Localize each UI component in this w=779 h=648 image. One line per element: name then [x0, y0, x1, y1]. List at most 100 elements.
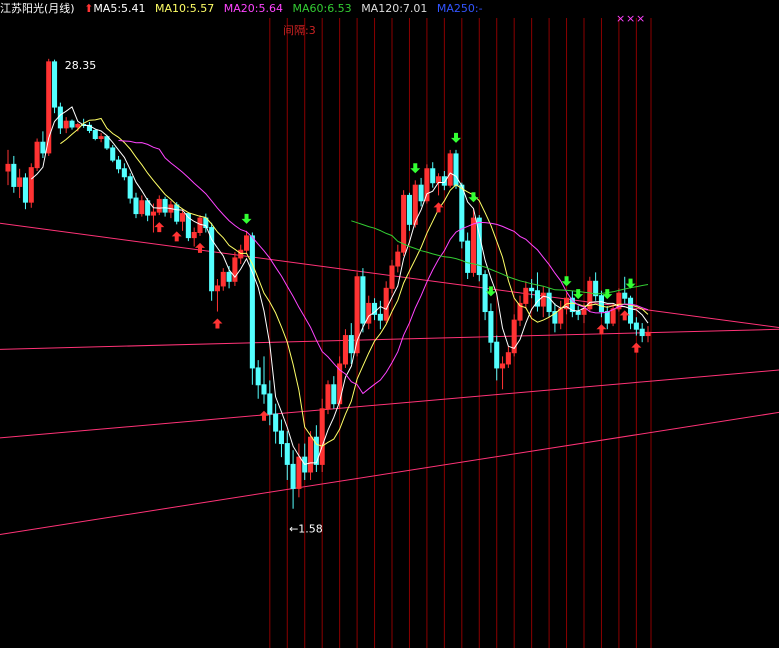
marker-icon: ×	[636, 12, 645, 25]
candle-body	[214, 285, 220, 292]
candle-body	[430, 168, 436, 184]
high-price-label: 28.35	[65, 59, 97, 72]
candle-body	[406, 194, 412, 225]
value-labels: 28.35 ←1.58	[65, 59, 323, 536]
candle-body	[377, 313, 383, 321]
candle-body	[639, 328, 645, 337]
marker-icon: ×	[616, 12, 625, 25]
candle-body	[69, 120, 75, 128]
candle-body	[633, 322, 639, 330]
candle-body	[116, 159, 122, 170]
candle-body	[110, 147, 116, 161]
candle-body	[28, 167, 34, 203]
candle-body	[529, 287, 535, 292]
candles	[5, 58, 651, 509]
candle-body	[226, 271, 232, 282]
buy-arrow-icon	[596, 324, 607, 335]
candlestick-chart[interactable]: 28.35 ←1.58 间隔:3 × × ×	[0, 0, 779, 648]
channel-line	[0, 328, 779, 350]
candle-body	[40, 141, 46, 154]
candle-body	[598, 295, 604, 313]
candle-body	[150, 211, 156, 216]
candle-body	[604, 311, 610, 324]
candle-body	[249, 235, 255, 369]
candle-body	[296, 456, 302, 489]
candle-body	[418, 184, 424, 202]
candle-body	[348, 335, 354, 354]
candle-body	[488, 311, 494, 343]
candle-body	[174, 204, 180, 222]
candle-body	[238, 249, 244, 259]
candle-body	[610, 308, 616, 324]
candle-body	[575, 311, 581, 315]
candle-body	[162, 198, 168, 213]
candle-body	[75, 123, 81, 128]
candle-body	[133, 197, 139, 215]
candle-body	[622, 292, 628, 299]
candle-body	[57, 106, 63, 129]
candle-body	[267, 393, 273, 415]
candle-body	[104, 136, 110, 149]
candle-body	[145, 200, 151, 216]
candle-body	[121, 168, 127, 178]
candle-body	[34, 141, 40, 169]
candle-body	[63, 120, 69, 129]
candle-body	[220, 271, 226, 287]
period-label: 间隔:3	[283, 24, 316, 37]
dx-marks: × × ×	[616, 12, 645, 25]
candle-body	[523, 287, 529, 304]
candle-body	[127, 176, 133, 199]
ma10-line	[60, 117, 649, 447]
channel-line	[0, 369, 779, 439]
candle-body	[389, 265, 395, 289]
candle-body	[191, 232, 197, 239]
candle-body	[325, 384, 331, 410]
channel-line	[0, 411, 779, 535]
candle-body	[505, 352, 511, 365]
buy-arrow-icon	[212, 318, 223, 329]
candle-body	[581, 308, 587, 315]
marker-icon: ×	[626, 12, 635, 25]
candle-body	[395, 251, 401, 267]
vertical-grid	[269, 18, 652, 648]
buy-arrow-icon	[171, 231, 182, 242]
candle-body	[459, 184, 465, 242]
buy-arrow-icon	[154, 222, 165, 233]
candle-body	[331, 384, 337, 405]
candle-body	[342, 335, 348, 365]
candle-body	[156, 198, 162, 213]
candle-body	[424, 168, 430, 202]
candle-body	[319, 408, 325, 465]
candle-body	[447, 153, 453, 186]
sell-arrow-icon	[241, 213, 252, 224]
buy-arrow-icon	[195, 242, 205, 253]
candle-body	[5, 163, 11, 172]
candle-body	[366, 302, 372, 324]
candle-body	[546, 292, 552, 313]
candle-body	[628, 297, 634, 324]
candle-body	[52, 61, 58, 108]
candle-body	[383, 287, 389, 321]
candle-body	[284, 443, 290, 465]
candle-body	[197, 217, 203, 234]
candle-body	[290, 463, 296, 489]
buy-arrow-icon	[631, 342, 642, 353]
candle-body	[436, 176, 442, 184]
candle-body	[273, 413, 279, 432]
low-price-label: ←1.58	[289, 523, 323, 536]
candle-body	[22, 177, 28, 203]
candle-body	[139, 200, 145, 215]
candle-body	[494, 341, 500, 369]
candle-body	[360, 276, 366, 324]
candle-body	[500, 363, 506, 369]
candle-body	[180, 213, 186, 222]
candle-body	[17, 177, 23, 187]
sell-arrow-icon	[451, 132, 461, 143]
candle-body	[11, 163, 17, 187]
candle-body	[540, 292, 546, 307]
candle-body	[92, 129, 98, 140]
candle-body	[558, 308, 564, 324]
candle-body	[482, 274, 488, 313]
candle-body	[453, 153, 459, 186]
candle-body	[278, 430, 284, 445]
